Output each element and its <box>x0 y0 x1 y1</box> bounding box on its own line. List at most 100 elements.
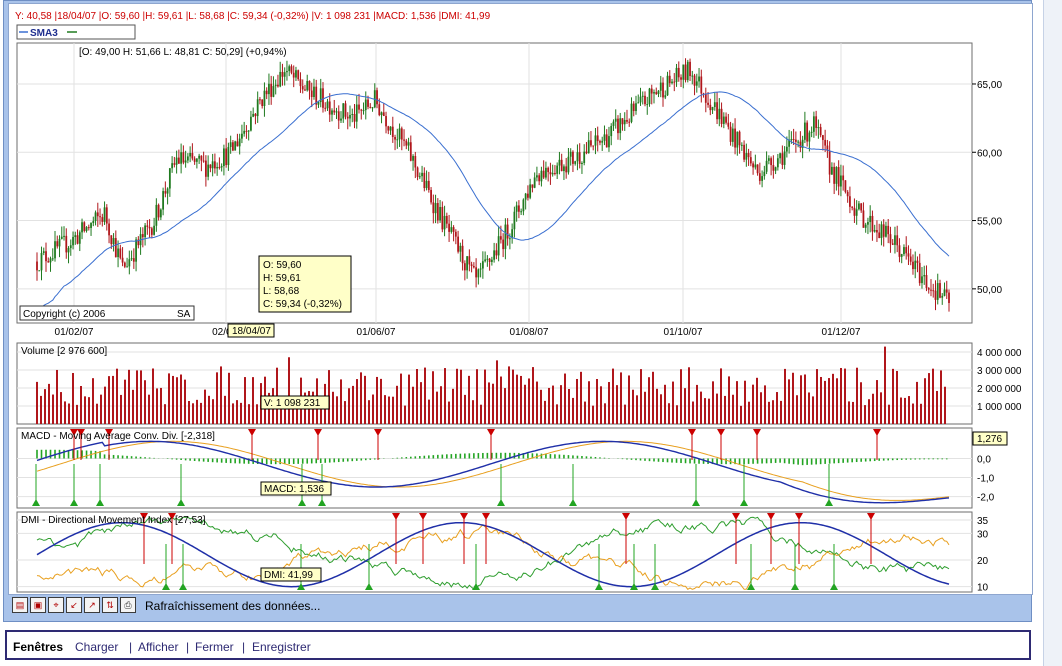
price-candle-body <box>781 153 784 165</box>
price-candle-body <box>164 191 167 194</box>
price-candle-body <box>108 223 110 236</box>
price-candle-body <box>362 110 365 112</box>
price-candle-body <box>279 71 282 87</box>
price-panel[interactable]: [O: 49,00 H: 51,66 L: 48,81 C: 50,29] (+… <box>16 42 1002 338</box>
menu-charger[interactable]: Charger <box>75 640 118 654</box>
dmi-y-tick-label: 20 <box>977 556 989 567</box>
price-candle-body <box>36 261 38 271</box>
volume-bar <box>432 371 434 424</box>
volume-panel[interactable]: Volume [2 976 600] 4 000 000 3 000 000 2 0… <box>16 342 1022 425</box>
ohlc-tooltip-line: C: 59,34 (-0,32%) <box>263 299 342 310</box>
macd-panel[interactable]: MACD - Moving Average Conv. Div. [-2,318… <box>16 427 1008 509</box>
price-candle-body <box>945 289 948 293</box>
price-x-tick-label: 01/10/07 <box>664 327 703 338</box>
menu-enregistrer[interactable]: Enregistrer <box>252 640 311 654</box>
price-candle-body <box>198 155 201 159</box>
price-candle-body <box>900 254 903 257</box>
volume-bar <box>592 405 594 424</box>
print-icon[interactable]: ⎙ <box>120 597 136 613</box>
arrows-red-icon[interactable]: ⇅ <box>102 597 118 613</box>
price-candle-body <box>67 248 70 253</box>
volume-bar <box>212 399 214 424</box>
price-candle-body <box>265 90 268 95</box>
price-candle-body <box>941 295 944 298</box>
price-candle-body <box>495 250 498 256</box>
price-candle-body <box>812 116 815 132</box>
arrow-up-red-icon[interactable]: ↗ <box>84 597 100 613</box>
price-candle-body <box>921 276 923 284</box>
price-candle-body <box>506 224 509 239</box>
price-candle-body <box>60 236 63 239</box>
price-candle-body <box>78 232 81 244</box>
volume-bar <box>248 404 250 424</box>
price-candle-body <box>785 146 788 152</box>
price-candle-body <box>533 177 536 188</box>
price-candle-body <box>876 230 878 233</box>
price-candle-body <box>725 116 727 123</box>
arrow-down-red-icon[interactable]: ↙ <box>66 597 82 613</box>
volume-bar <box>124 379 126 424</box>
price-candle-body <box>912 261 914 270</box>
price-candle-body <box>560 159 563 172</box>
price-candle-body <box>250 116 252 131</box>
volume-bar <box>200 402 202 424</box>
dmi-tag-text: DMI: 41,99 <box>264 570 313 581</box>
dmi-panel[interactable]: DMI - Directional Movement Index [27,53]… <box>16 511 989 594</box>
volume-bar <box>764 385 766 424</box>
vertical-scrollbar[interactable] <box>1043 0 1062 666</box>
price-candle-body <box>508 238 511 240</box>
volume-bar <box>208 395 210 424</box>
chart-canvas[interactable]: Y: 40,58 |18/04/07 |O: 59,60 |H: 59,61 |… <box>9 4 1032 594</box>
volume-bar <box>816 369 818 424</box>
price-candle-body <box>709 104 712 111</box>
price-candle-body <box>423 172 426 189</box>
menu-afficher[interactable]: Afficher <box>138 640 178 654</box>
price-candle-body <box>749 157 752 164</box>
volume-bar <box>64 401 66 424</box>
volume-bar <box>468 375 470 424</box>
price-candle-body <box>524 193 527 200</box>
price-candle-body <box>554 172 556 174</box>
price-candle-body <box>301 86 304 90</box>
price-candle-body <box>891 243 894 245</box>
price-candle-body <box>369 106 372 108</box>
price-candle-body <box>563 166 565 172</box>
open-icon[interactable]: ▤ <box>12 597 28 613</box>
chart-area[interactable]: Y: 40,58 |18/04/07 |O: 59,60 |H: 59,61 |… <box>8 3 1033 595</box>
volume-bar <box>356 379 358 424</box>
price-candle-body <box>664 95 667 98</box>
price-candle-body <box>720 108 723 124</box>
price-candle-body <box>590 140 592 146</box>
volume-bar <box>688 367 690 424</box>
ohlc-tooltip-line: H: 59,61 <box>263 273 301 284</box>
volume-bar <box>748 401 750 424</box>
volume-bar <box>340 379 342 424</box>
price-candle-body <box>306 80 309 91</box>
volume-bar <box>552 385 554 424</box>
price-candle-body <box>441 206 444 230</box>
price-candle-body <box>948 292 950 304</box>
price-candle-body <box>51 258 54 260</box>
volume-bar <box>652 371 654 424</box>
price-candle-body <box>42 251 45 253</box>
macd-y-axis: 0,0 -1,0 -2,0 <box>977 454 995 503</box>
price-candle-body <box>522 199 525 212</box>
price-candle-body <box>412 156 414 161</box>
price-candle-body <box>695 81 698 86</box>
save-icon[interactable]: ▣ <box>30 597 46 613</box>
price-candle-body <box>378 104 381 116</box>
price-candle-body <box>713 102 716 108</box>
price-candle-body <box>772 165 775 171</box>
zoom-fit-icon[interactable]: ⌖ <box>48 597 64 613</box>
volume-bar <box>244 377 246 424</box>
volume-bar <box>728 376 730 424</box>
menu-fermer[interactable]: Fermer <box>195 640 234 654</box>
price-candle-body <box>646 104 649 106</box>
price-candle-body <box>585 151 588 154</box>
price-candle-body <box>83 222 86 231</box>
volume-bar <box>756 377 758 424</box>
volume-bar <box>648 377 650 424</box>
price-candle-body <box>545 167 547 178</box>
macd-y-tick-label: -1,0 <box>977 474 995 485</box>
price-candle-body <box>243 130 246 134</box>
